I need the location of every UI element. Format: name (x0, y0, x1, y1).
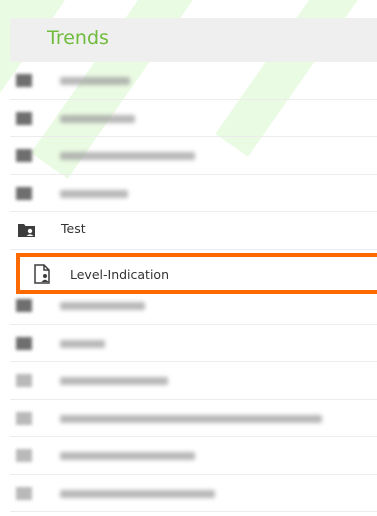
list-item-label: Test (61, 221, 86, 236)
redacted-label (60, 339, 105, 348)
redacted-label (60, 114, 135, 123)
document-user-icon (34, 264, 50, 284)
trends-panel: Trends Test Level-Indication (0, 0, 377, 516)
list-item[interactable] (10, 400, 377, 437)
list-item[interactable] (10, 100, 377, 137)
list-item-test-folder[interactable]: Test (10, 212, 377, 250)
panel-title: Trends (47, 27, 109, 49)
list-item[interactable] (10, 175, 377, 212)
item-icon (16, 149, 32, 162)
item-icon (16, 411, 32, 425)
redacted-label (60, 414, 322, 423)
item-icon (16, 336, 32, 350)
item-icon (16, 299, 32, 312)
item-icon (16, 186, 32, 200)
item-icon (16, 111, 32, 125)
redacted-label (60, 302, 145, 310)
redacted-label (60, 377, 168, 385)
list-item[interactable] (10, 437, 377, 475)
folder-user-icon (18, 224, 35, 237)
list-item[interactable] (10, 325, 377, 362)
list-item-label: Level-Indication (70, 267, 169, 282)
list-item[interactable] (10, 475, 377, 512)
redacted-label (60, 152, 195, 160)
redacted-label (60, 452, 195, 460)
redacted-label (60, 189, 128, 198)
panel-header: Trends (10, 18, 377, 62)
item-icon (16, 486, 32, 500)
redacted-label (60, 489, 215, 498)
list-item-level-indication[interactable]: Level-Indication (16, 253, 377, 294)
list-item[interactable] (10, 137, 377, 175)
list-item[interactable] (10, 362, 377, 400)
item-icon (16, 74, 32, 87)
item-icon (16, 449, 32, 462)
redacted-label (60, 77, 130, 85)
list-item[interactable] (10, 62, 377, 100)
item-icon (16, 374, 32, 387)
